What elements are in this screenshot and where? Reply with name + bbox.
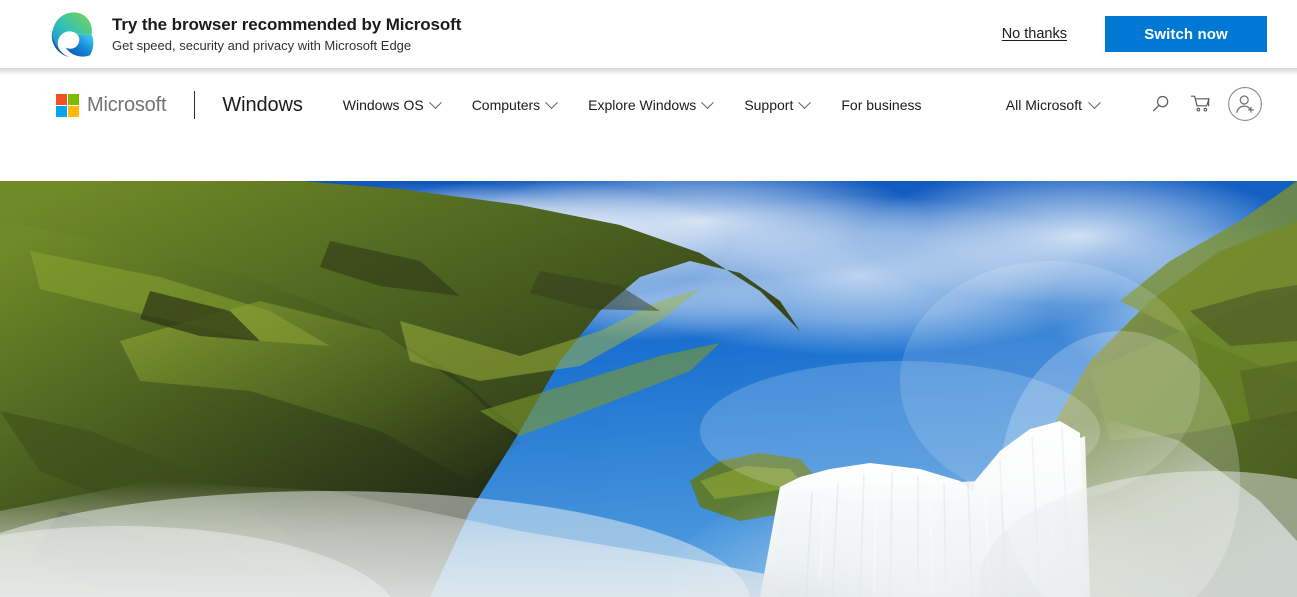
all-microsoft-label: All Microsoft [1005, 97, 1082, 113]
nav-inner: Microsoft Windows Windows OS Computers E… [0, 86, 1297, 122]
account-button[interactable] [1223, 83, 1267, 127]
logo-square-green [68, 93, 79, 105]
nav-utility-group: All Microsoft [996, 83, 1267, 127]
chevron-down-icon [545, 95, 559, 109]
waterfall-cliff-hero-image [0, 181, 1297, 597]
edge-logo-icon [50, 10, 98, 58]
nav-item-label: For business [841, 97, 922, 113]
microsoft-logo-icon [56, 93, 79, 117]
page-root: Try the browser recommended by Microsoft… [0, 0, 1297, 597]
chevron-down-icon [1088, 95, 1101, 109]
chevron-down-icon [798, 95, 812, 109]
windows-brand-link[interactable]: Windows [222, 94, 303, 117]
search-button[interactable] [1141, 85, 1181, 125]
promo-subtitle: Get speed, security and privacy with Mic… [112, 37, 412, 53]
nav-item-explore-windows[interactable]: Explore Windows [572, 91, 728, 119]
chevron-down-icon [428, 95, 442, 109]
microsoft-wordmark: Microsoft [87, 93, 167, 116]
main-navigation-bar: Microsoft Windows Windows OS Computers E… [0, 68, 1297, 181]
nav-item-windows-os[interactable]: Windows OS [343, 91, 456, 119]
primary-nav-links: Windows OS Computers Explore Windows Sup… [343, 91, 938, 119]
hero-illustration [0, 181, 1297, 597]
account-person-add-icon [1227, 86, 1263, 125]
promo-message-group: Try the browser recommended by Microsoft… [50, 10, 461, 58]
shopping-cart-icon [1190, 94, 1212, 117]
nav-vertical-divider [194, 91, 196, 119]
chevron-down-icon [701, 95, 715, 109]
promo-actions: No thanks Switch now [1002, 16, 1267, 52]
nav-item-label: Windows OS [342, 97, 424, 113]
logo-square-blue [56, 105, 67, 117]
shopping-cart-button[interactable] [1181, 85, 1221, 125]
search-icon [1151, 94, 1171, 117]
promo-text-block: Try the browser recommended by Microsoft… [112, 15, 461, 53]
promo-title: Try the browser recommended by Microsoft [112, 14, 462, 34]
nav-item-computers[interactable]: Computers [456, 91, 572, 119]
nav-item-label: Explore Windows [588, 97, 697, 113]
nav-item-for-business[interactable]: For business [825, 91, 937, 119]
all-microsoft-menu[interactable]: All Microsoft [996, 91, 1109, 119]
nav-item-label: Support [744, 97, 794, 113]
microsoft-home-link[interactable]: Microsoft [56, 93, 167, 117]
no-thanks-link[interactable]: No thanks [1002, 26, 1067, 42]
logo-square-red [56, 93, 67, 105]
nav-item-support[interactable]: Support [728, 91, 825, 119]
logo-square-yellow [68, 105, 79, 117]
switch-now-button[interactable]: Switch now [1105, 16, 1267, 52]
edge-promo-banner: Try the browser recommended by Microsoft… [0, 0, 1297, 75]
nav-item-label: Computers [471, 97, 541, 113]
